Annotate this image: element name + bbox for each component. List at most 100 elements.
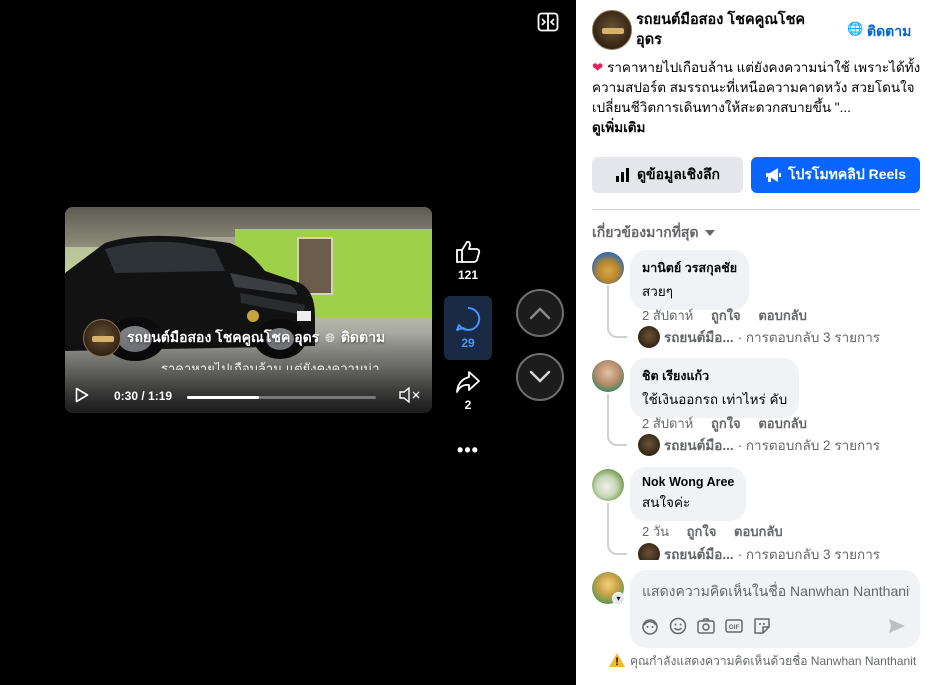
comment-bubble: มานิตย์ วรสกุลชัย สวยๆ <box>630 250 750 310</box>
see-more-link[interactable]: ดูเพิ่มเติม <box>592 120 645 135</box>
mute-icon[interactable] <box>399 387 421 403</box>
follow-link[interactable]: ติดตาม <box>867 21 911 43</box>
reply-count: · การตอบกลับ 3 รายการ <box>737 330 881 345</box>
video-controls: 0:30 / 1:19 <box>65 379 432 409</box>
post-text: ❤ ราคาหายไปเกือบล้าน แต่ยังคงความน่าใช้ … <box>592 58 922 138</box>
megaphone-icon <box>766 168 781 182</box>
share-icon <box>456 371 480 393</box>
gif-icon[interactable]: GIF <box>724 616 744 636</box>
thread-line <box>607 286 627 338</box>
play-icon[interactable] <box>75 387 89 403</box>
thread-line <box>607 394 627 446</box>
previous-reel-button[interactable] <box>516 289 564 337</box>
like-action[interactable]: 121 <box>444 240 492 282</box>
comment-bubble: ชิต เรียงแก้ว ใช้เงินออกรถ เท่าไหร่ คับ <box>630 358 800 418</box>
comment-like-link[interactable]: ถูกใจ <box>711 416 741 431</box>
comment-composer: ▾ แสดงความคิดเห็นในชื่อ Nanwhan Nanthani… <box>592 570 922 650</box>
video-progress-fill <box>187 396 259 399</box>
comment-text: สวยๆ <box>642 284 673 299</box>
emoji-icon[interactable] <box>668 616 688 636</box>
camera-icon[interactable] <box>696 616 716 636</box>
chevron-down-icon[interactable]: ▾ <box>612 592 625 605</box>
comment-meta: 2 วัน ถูกใจ ตอบกลับ <box>642 521 797 542</box>
post-header: รถยนต์มือสอง โชคคูณโชค อุดร 🌐 · ติดตาม <box>592 10 920 50</box>
comment-sort-dropdown[interactable]: เกี่ยวข้องมากที่สุด <box>592 222 715 244</box>
comment-meta: 2 สัปดาห์ ถูกใจ ตอบกลับ <box>642 305 821 326</box>
chevron-up-icon <box>529 307 551 320</box>
reply-count: · การตอบกลับ 2 รายการ <box>737 438 881 453</box>
more-icon[interactable]: ••• <box>444 440 492 461</box>
comment-reply-link[interactable]: ตอบกลับ <box>758 308 807 323</box>
reply-page-name: รถยนต์มือ... <box>664 547 734 560</box>
reply-page-name: รถยนต์มือ... <box>664 330 734 345</box>
video-follow-link[interactable]: ติดตาม <box>341 327 385 349</box>
insights-button[interactable]: ดูข้อมูลเชิงลึก <box>592 157 743 193</box>
comment-placeholder[interactable]: แสดงความคิดเห็นในชื่อ Nanwhan Nanthanit <box>642 581 910 603</box>
comment-text: ใช้เงินออกรถ เท่าไหร่ คับ <box>642 392 788 407</box>
like-icon <box>456 240 481 263</box>
comment-like-link[interactable]: ถูกใจ <box>687 524 717 539</box>
composer-tools: GIF <box>640 616 772 636</box>
sort-label: เกี่ยวข้องมากที่สุด <box>592 224 699 240</box>
comment-text: สนใจค่ะ <box>642 495 691 510</box>
video-page-header: รถยนต์มือสอง โชคคูณโชค อุดร 🌐︎ ติดตาม <box>83 319 385 357</box>
share-action[interactable]: 2 <box>444 370 492 412</box>
view-replies-link[interactable]: รถยนต์มือ... · การตอบกลับ 3 รายการ <box>638 543 880 560</box>
sticker-icon[interactable] <box>752 616 772 636</box>
post-page-name[interactable]: รถยนต์มือสอง โชคคูณโชค อุดร <box>636 10 826 50</box>
video-stage: รถยนต์มือสอง โชคคูณโชค อุดร 🌐︎ ติดตาม รา… <box>0 0 576 685</box>
comment-like-link[interactable]: ถูกใจ <box>711 308 741 323</box>
comment-reply-link[interactable]: ตอบกลับ <box>734 524 783 539</box>
comment-time[interactable]: 2 สัปดาห์ <box>642 308 693 323</box>
promote-reels-button[interactable]: โปรโมทคลิป Reels <box>751 157 920 193</box>
insight-icon <box>615 168 629 182</box>
promote-label: โปรโมทคลิป Reels <box>788 166 906 182</box>
avatar-icon[interactable] <box>592 360 624 392</box>
comment-author[interactable]: Nok Wong Aree <box>642 475 734 489</box>
comment-bubble: Nok Wong Aree สนใจค่ะ <box>630 467 747 521</box>
pip-icon[interactable] <box>537 11 559 33</box>
notice-text: คุณกำลังแสดงความคิดเห็นด้วยชื่อ Nanwhan … <box>630 654 917 668</box>
comment-input[interactable]: แสดงความคิดเห็นในชื่อ Nanwhan Nanthanit <box>630 570 920 648</box>
avatar-sticker-icon[interactable] <box>640 616 660 636</box>
comment-time[interactable]: 2 สัปดาห์ <box>642 416 693 431</box>
divider <box>592 209 920 210</box>
reply-page-name: รถยนต์มือ... <box>664 438 734 453</box>
comment-count: 29 <box>461 336 475 350</box>
video-page-name[interactable]: รถยนต์มือสอง โชคคูณโชค อุดร <box>127 327 319 349</box>
video-progress-bar[interactable] <box>187 396 376 399</box>
view-replies-link[interactable]: รถยนต์มือ... · การตอบกลับ 3 รายการ <box>638 326 880 348</box>
details-panel: รถยนต์มือสอง โชคคูณโชค อุดร 🌐 · ติดตาม ❤… <box>576 0 925 685</box>
page-avatar-icon[interactable] <box>592 10 632 50</box>
avatar-icon <box>638 434 660 456</box>
reply-count: · การตอบกลับ 3 รายการ <box>737 547 881 560</box>
avatar-icon <box>638 326 660 348</box>
globe-icon: 🌐︎ <box>325 330 335 345</box>
warning-icon <box>609 653 625 667</box>
comment-meta: 2 สัปดาห์ ถูกใจ ตอบกลับ <box>642 413 821 434</box>
comment-time[interactable]: 2 วัน <box>642 524 669 539</box>
thread-line <box>607 503 627 555</box>
insights-label: ดูข้อมูลเชิงลึก <box>636 166 721 182</box>
avatar-icon[interactable] <box>592 252 624 284</box>
comment-reply-link[interactable]: ตอบกลับ <box>758 416 807 431</box>
like-count: 121 <box>457 268 479 282</box>
video-time: 0:30 / 1:19 <box>114 389 173 403</box>
page-avatar-icon[interactable] <box>83 319 121 357</box>
comment-action[interactable]: 29 <box>444 296 492 360</box>
post-body: ราคาหายไปเกือบล้าน แต่ยังคงความน่าใช้ เพ… <box>592 60 921 115</box>
share-count: 2 <box>464 398 472 412</box>
svg-text:GIF: GIF <box>729 624 740 631</box>
comment-author[interactable]: ชิต เรียงแก้ว <box>642 366 787 386</box>
comment-author[interactable]: มานิตย์ วรสกุลชัย <box>642 258 737 278</box>
view-replies-link[interactable]: รถยนต์มือ... · การตอบกลับ 2 รายการ <box>638 434 880 456</box>
heart-icon: ❤ <box>592 60 604 75</box>
chevron-down-icon <box>529 370 551 383</box>
video-player[interactable]: รถยนต์มือสอง โชคคูณโชค อุดร 🌐︎ ติดตาม รา… <box>65 207 432 413</box>
avatar-icon[interactable] <box>592 469 624 501</box>
next-reel-button[interactable] <box>516 353 564 401</box>
comment-icon <box>456 307 481 331</box>
caret-down-icon <box>704 230 715 236</box>
video-caption: ราคาหายไปเกือบล้าน แต่ยังคงความน่าใช้ เพ… <box>161 362 380 370</box>
send-icon[interactable] <box>888 617 906 635</box>
